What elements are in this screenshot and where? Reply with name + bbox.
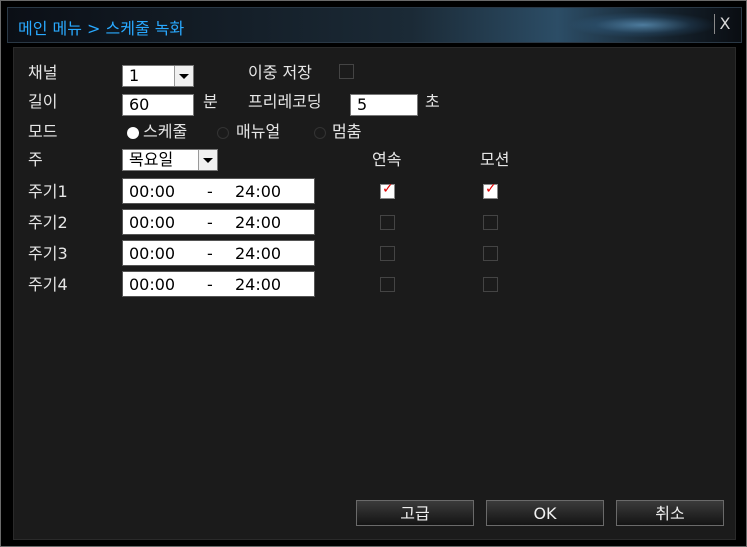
channel-label: 채널 [28,63,58,82]
period-2-separator: - [207,213,213,232]
chevron-down-icon [198,150,217,170]
period-3-separator: - [207,244,213,263]
period-1-motion-checkbox[interactable] [483,181,498,199]
mode-option-stop: 멈춤 [332,122,362,141]
period-1-time[interactable]: 00:00 - 24:00 [122,178,315,204]
period-4-label: 주기4 [28,275,68,294]
redundancy-checkbox[interactable] [339,64,354,79]
period-4-motion-checkbox[interactable] [483,277,498,292]
period-3-end: 24:00 [235,244,282,263]
cancel-button[interactable]: 취소 [616,500,724,526]
period-4-separator: - [207,275,213,294]
ok-button[interactable]: OK [486,500,604,526]
week-select[interactable]: 목요일 [122,149,218,171]
period-2-motion-checkbox[interactable] [483,215,498,230]
length-input[interactable]: 60 [122,94,194,116]
prerecord-label: 프리레코딩 [248,92,322,111]
period-1-separator: - [207,182,213,201]
mode-radio-stop[interactable] [314,127,326,139]
title-bar: 메인 메뉴 > 스케줄 녹화 X [7,7,742,43]
period-2-end: 24:00 [235,213,282,232]
redundancy-label: 이중 저장 [248,63,312,82]
column-motion-header: 모션 [480,150,510,169]
channel-value: 1 [129,66,140,85]
length-value: 60 [129,95,150,114]
length-unit: 분 [203,92,218,111]
period-3-start: 00:00 [129,244,176,263]
schedule-record-window: 메인 메뉴 > 스케줄 녹화 X 채널 1 이중 저장 길이 60 분 프리레코… [0,0,747,547]
period-3-motion-checkbox[interactable] [483,246,498,261]
period-4-end: 24:00 [235,275,282,294]
mode-option-manual: 매뉴얼 [236,122,281,141]
period-2-time[interactable]: 00:00 - 24:00 [122,209,315,235]
week-label: 주 [28,150,43,169]
week-value: 목요일 [129,150,174,169]
channel-select[interactable]: 1 [122,65,194,87]
length-label: 길이 [28,92,58,111]
mode-label: 모드 [28,122,58,141]
mode-radio-manual[interactable] [217,127,229,139]
window-title: 메인 메뉴 > 스케줄 녹화 [18,19,185,38]
advanced-button[interactable]: 고급 [356,500,474,526]
period-1-start: 00:00 [129,182,176,201]
prerecord-value: 5 [357,95,368,114]
period-4-start: 00:00 [129,275,176,294]
period-2-label: 주기2 [28,213,68,232]
period-4-time[interactable]: 00:00 - 24:00 [122,271,315,297]
period-1-end: 24:00 [235,182,282,201]
period-3-label: 주기3 [28,244,68,263]
period-1-label: 주기1 [28,182,68,201]
mode-option-schedule: 스케줄 [143,122,188,141]
prerecord-unit: 초 [425,92,440,111]
period-4-continuous-checkbox[interactable] [380,277,395,292]
mode-radio-schedule[interactable] [127,127,139,139]
column-continuous-header: 연속 [372,150,402,169]
close-button[interactable]: X [714,14,735,34]
content-panel: 채널 1 이중 저장 길이 60 분 프리레코딩 5 초 모드 스케줄 매뉴얼 … [13,47,736,540]
chevron-down-icon [174,66,193,86]
prerecord-input[interactable]: 5 [350,94,418,116]
period-2-start: 00:00 [129,213,176,232]
title-glow [568,12,718,38]
period-1-continuous-checkbox[interactable] [380,181,395,199]
period-3-time[interactable]: 00:00 - 24:00 [122,240,315,266]
period-2-continuous-checkbox[interactable] [380,215,395,230]
period-3-continuous-checkbox[interactable] [380,246,395,261]
